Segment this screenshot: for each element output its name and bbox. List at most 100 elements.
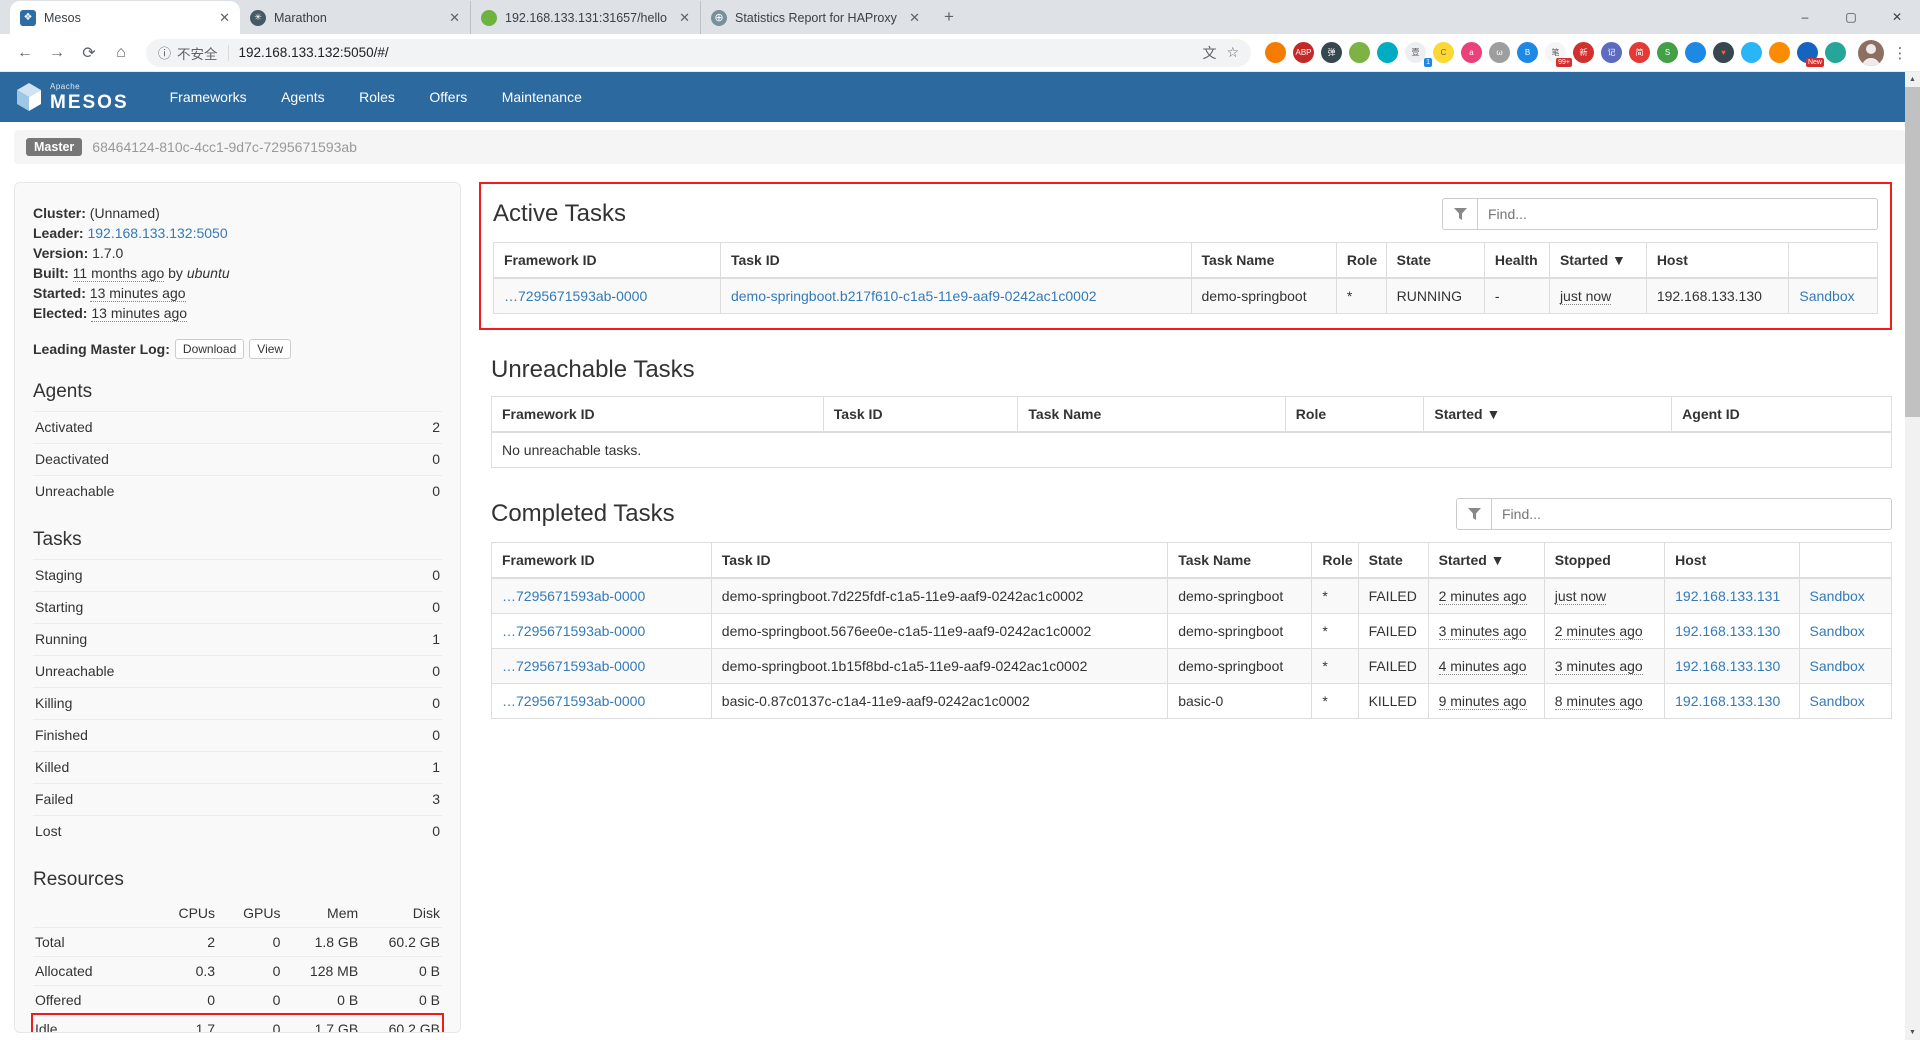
host-link[interactable]: 192.168.133.130 [1675,693,1780,709]
tab-marathon[interactable]: Marathon ✕ [240,1,470,34]
extension-icon[interactable]: ABP [1293,42,1314,63]
col-task-id[interactable]: Task ID [720,243,1191,279]
framework-id-link[interactable]: …7295671593ab-0000 [502,658,645,674]
nav-item-maintenance[interactable]: Maintenance [487,72,597,122]
col-task-name[interactable]: Task Name [1168,543,1312,579]
extension-icon[interactable]: C [1433,42,1454,63]
col-task-name[interactable]: Task Name [1018,397,1285,433]
filter-funnel-icon[interactable] [1442,198,1478,230]
extension-icon[interactable]: a [1461,42,1482,63]
extension-icon[interactable]: 弹 [1321,42,1342,63]
col-state[interactable]: State [1386,243,1484,279]
forward-icon[interactable]: → [42,38,72,68]
col-role[interactable]: Role [1285,397,1424,433]
extension-icon[interactable]: ω [1489,42,1510,63]
col-framework-id[interactable]: Framework ID [492,397,824,433]
new-tab-button[interactable]: + [934,2,964,32]
back-icon[interactable]: ← [10,38,40,68]
col-role[interactable]: Role [1336,243,1386,279]
framework-id-link[interactable]: …7295671593ab-0000 [504,288,647,304]
nav-item-roles[interactable]: Roles [344,72,410,122]
tab-close-icon[interactable]: ✕ [449,10,460,26]
col-host[interactable]: Host [1665,543,1799,579]
col-framework-id[interactable]: Framework ID [492,543,712,579]
host-link[interactable]: 192.168.133.130 [1675,623,1780,639]
col-state[interactable]: State [1358,543,1428,579]
extension-icon[interactable] [1349,42,1370,63]
maximize-button[interactable]: ▢ [1828,0,1874,34]
extension-icon[interactable]: 新 [1573,42,1594,63]
sandbox-link[interactable]: Sandbox [1810,623,1865,639]
role-cell: * [1312,578,1358,614]
col-started[interactable]: Started ▼ [1428,543,1544,579]
url-text[interactable]: 192.168.133.132:5050/#/ [239,45,1193,60]
framework-id-link[interactable]: …7295671593ab-0000 [502,588,645,604]
scroll-up-icon[interactable]: ▲ [1905,72,1920,87]
task-name-cell: demo-springboot [1168,578,1312,614]
sandbox-link[interactable]: Sandbox [1810,658,1865,674]
extension-icon[interactable] [1265,42,1286,63]
sandbox-link[interactable]: Sandbox [1810,588,1865,604]
bookmark-star-icon[interactable]: ☆ [1226,44,1239,61]
scrollbar-thumb[interactable] [1905,87,1920,417]
sandbox-link[interactable]: Sandbox [1810,693,1865,709]
minimize-button[interactable]: – [1782,0,1828,34]
col-role[interactable]: Role [1312,543,1358,579]
col-task-name[interactable]: Task Name [1191,243,1336,279]
info-icon[interactable]: ⓘ [158,43,171,62]
home-icon[interactable]: ⌂ [106,38,136,68]
reload-icon[interactable]: ⟳ [74,38,104,68]
mesos-logo[interactable]: Apache MESOS [16,82,129,112]
close-button[interactable]: ✕ [1874,0,1920,34]
col-task-id[interactable]: Task ID [823,397,1018,433]
extension-icon[interactable]: ♥ [1713,42,1734,63]
nav-item-offers[interactable]: Offers [414,72,482,122]
framework-id-link[interactable]: …7295671593ab-0000 [502,693,645,709]
tab-hello[interactable]: 192.168.133.131:31657/hello ✕ [470,1,700,34]
col-started[interactable]: Started ▼ [1424,397,1672,433]
extension-icon[interactable] [1377,42,1398,63]
extension-icon[interactable]: New [1797,42,1818,63]
extension-icon[interactable]: 记 [1601,42,1622,63]
col-agent-id[interactable]: Agent ID [1672,397,1892,433]
col-started[interactable]: Started ▼ [1549,243,1646,279]
nav-item-agents[interactable]: Agents [266,72,340,122]
completed-tasks-find-input[interactable] [1492,498,1892,530]
host-link[interactable]: 192.168.133.130 [1675,658,1780,674]
view-log-button[interactable]: View [249,339,291,359]
scroll-down-icon[interactable]: ▼ [1905,1025,1920,1040]
filter-funnel-icon[interactable] [1456,498,1492,530]
browser-menu-icon[interactable]: ⋮ [1890,44,1910,62]
extension-icon[interactable]: 笔99+ [1545,42,1566,63]
task-id-link[interactable]: demo-springboot.b217f610-c1a5-11e9-aaf9-… [731,288,1097,304]
col-framework-id[interactable]: Framework ID [494,243,721,279]
tab-mesos[interactable]: Mesos ✕ [10,1,240,34]
extension-icon[interactable] [1769,42,1790,63]
tab-close-icon[interactable]: ✕ [679,10,690,26]
page-scrollbar[interactable]: ▲ ▼ [1905,72,1920,1040]
active-tasks-find-input[interactable] [1478,198,1878,230]
extension-icon[interactable]: S [1657,42,1678,63]
translate-icon[interactable]: 文 [1202,43,1216,63]
extension-icon[interactable] [1741,42,1762,63]
col-host[interactable]: Host [1646,243,1789,279]
nav-item-frameworks[interactable]: Frameworks [155,72,262,122]
extension-icon[interactable] [1825,42,1846,63]
address-bar[interactable]: ⓘ 不安全 192.168.133.132:5050/#/ 文 ☆ [146,39,1251,67]
host-link[interactable]: 192.168.133.131 [1675,588,1780,604]
extension-icon[interactable] [1685,42,1706,63]
tab-close-icon[interactable]: ✕ [219,10,230,26]
tab-close-icon[interactable]: ✕ [909,10,920,26]
framework-id-link[interactable]: …7295671593ab-0000 [502,623,645,639]
tab-haproxy[interactable]: Statistics Report for HAProxy ✕ [700,1,930,34]
download-log-button[interactable]: Download [175,339,244,359]
extension-icon[interactable]: 壹1 [1405,42,1426,63]
sandbox-link[interactable]: Sandbox [1799,288,1854,304]
leader-link[interactable]: 192.168.133.132:5050 [87,225,227,241]
extension-icon[interactable]: B [1517,42,1538,63]
col-stopped[interactable]: Stopped [1544,543,1664,579]
col-task-id[interactable]: Task ID [711,543,1167,579]
profile-avatar[interactable] [1858,40,1884,66]
col-health[interactable]: Health [1484,243,1549,279]
extension-icon[interactable]: 简 [1629,42,1650,63]
